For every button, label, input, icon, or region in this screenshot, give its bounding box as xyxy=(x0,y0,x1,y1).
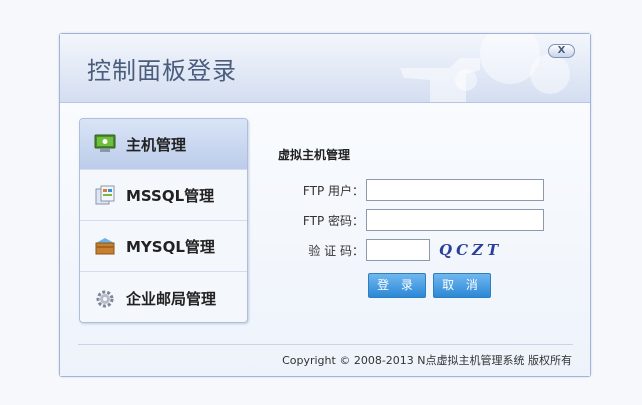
database-icon xyxy=(95,185,115,205)
sidebar-item-mail[interactable]: 企业邮局管理 xyxy=(80,272,247,322)
username-input[interactable] xyxy=(366,179,544,201)
sidebar-item-mssql[interactable]: MSSQL管理 xyxy=(80,170,247,221)
captcha-input[interactable] xyxy=(366,239,430,261)
spray-bottle-icon xyxy=(400,58,480,102)
sidebar-item-label: MSSQL管理 xyxy=(126,186,215,205)
password-label: FTP 密码： xyxy=(302,213,364,228)
captcha-label: 验 证 码： xyxy=(308,243,364,258)
login-button[interactable]: 登 录 xyxy=(368,273,426,298)
login-panel: 控制面板登录 X 主机管理 MSSQL管理 MYSQL管理 企业邮局管理 虚拟主… xyxy=(59,33,591,377)
username-label: FTP 用户： xyxy=(302,183,364,198)
panel-header: 控制面板登录 X xyxy=(60,34,590,103)
captcha-row: 验 证 码： QCZT xyxy=(278,239,502,261)
captcha-image[interactable]: QCZT xyxy=(439,241,502,259)
close-button[interactable]: X xyxy=(548,44,575,58)
sidebar-item-label: 企业邮局管理 xyxy=(126,290,217,308)
decor-bubble xyxy=(530,54,570,94)
password-row: FTP 密码： xyxy=(278,209,544,231)
cancel-button[interactable]: 取 消 xyxy=(433,273,491,298)
panel-content: 主机管理 MSSQL管理 MYSQL管理 企业邮局管理 虚拟主机管理 FTP 用… xyxy=(60,103,590,376)
page-title: 控制面板登录 xyxy=(87,57,237,85)
copyright-text: Copyright © 2008-2013 N点虚拟主机管理系统 版权所有 xyxy=(282,354,572,367)
monitor-icon xyxy=(94,134,116,152)
footer-divider xyxy=(78,344,573,345)
gear-icon xyxy=(96,290,114,307)
username-row: FTP 用户： xyxy=(278,179,544,201)
sidebar-item-label: MYSQL管理 xyxy=(126,237,215,256)
form-title: 虚拟主机管理 xyxy=(278,148,351,162)
sidebar-item-host[interactable]: 主机管理 xyxy=(80,119,247,170)
sidebar-item-label: 主机管理 xyxy=(126,135,187,154)
box-icon xyxy=(95,238,115,255)
sidebar-item-mysql[interactable]: MYSQL管理 xyxy=(80,221,247,272)
sidebar: 主机管理 MSSQL管理 MYSQL管理 企业邮局管理 xyxy=(79,118,248,323)
password-input[interactable] xyxy=(366,209,544,231)
